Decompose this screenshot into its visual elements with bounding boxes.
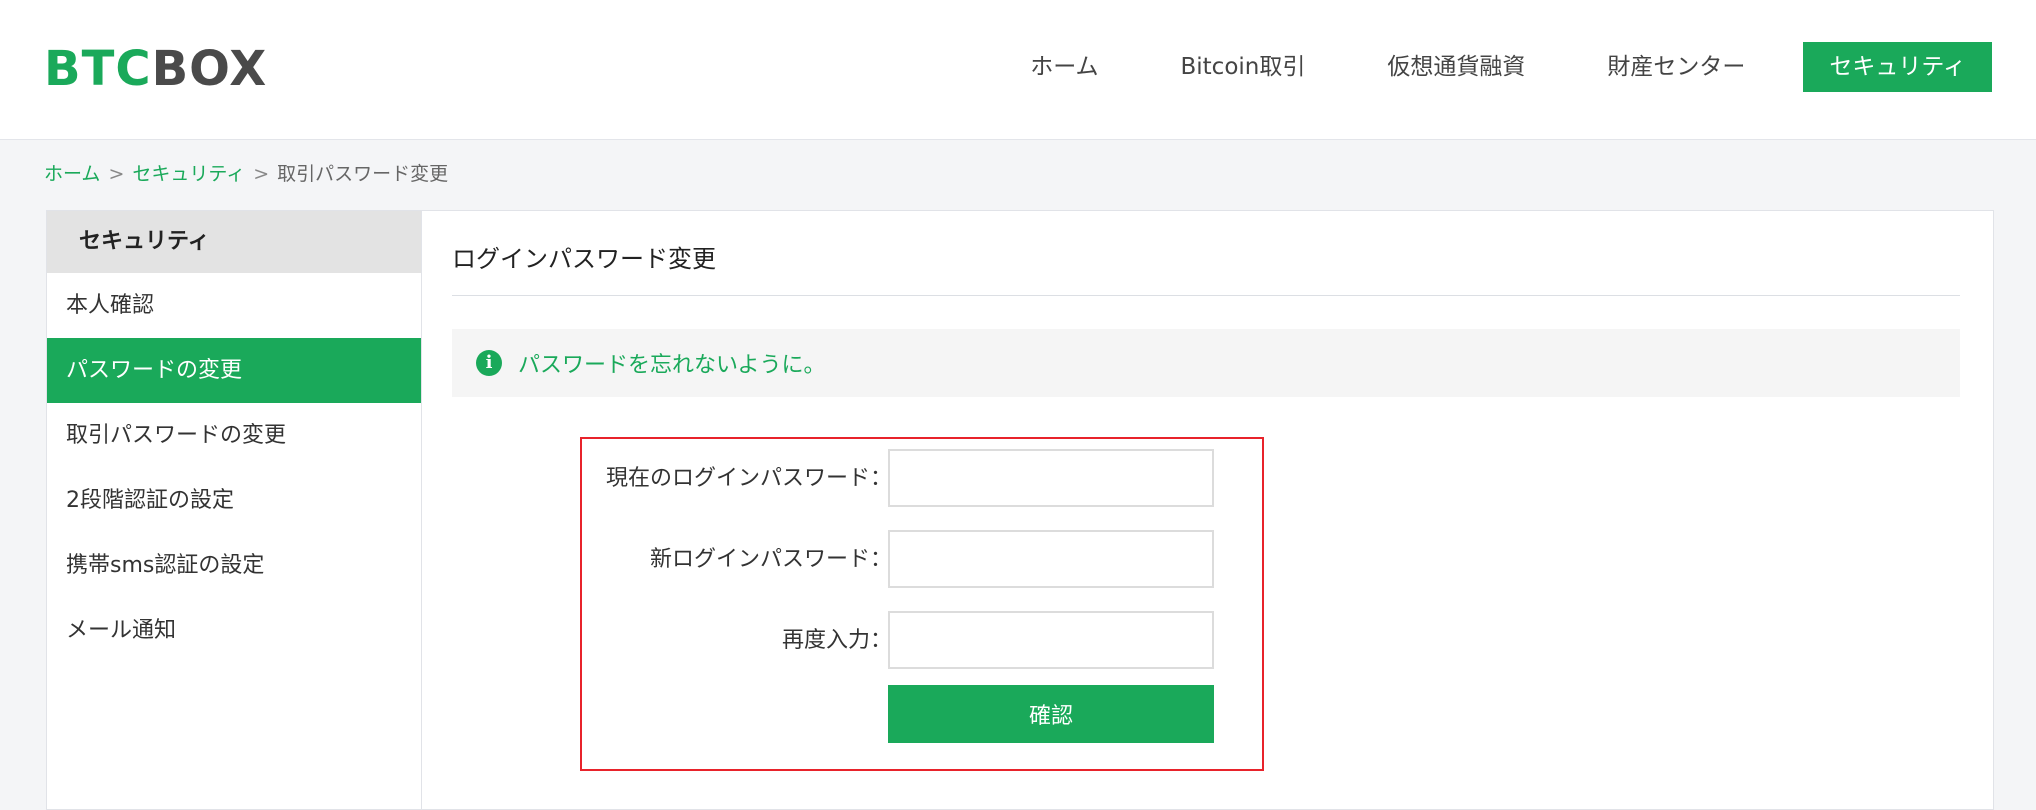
info-icon: i (476, 350, 502, 376)
breadcrumb: ホーム > セキュリティ > 取引パスワード変更 (44, 160, 448, 188)
sidebar-item-sms-auth[interactable]: 携帯sms認証の設定 (47, 533, 421, 598)
notice-banner: i パスワードを忘れないように。 (452, 329, 1960, 397)
sidebar-item-password-change[interactable]: パスワードの変更 (47, 338, 421, 403)
main-nav: ホーム Bitcoin取引 仮想通貨融資 財産センター セキュリティ (948, 42, 1992, 92)
current-password-input[interactable] (888, 449, 1214, 507)
title-divider (452, 295, 1960, 296)
breadcrumb-separator: > (108, 163, 125, 185)
btcbox-logo[interactable]: BTCBOX (44, 44, 267, 94)
current-password-label: 現在のログインパスワード： (605, 466, 892, 491)
breadcrumb-home[interactable]: ホーム (44, 163, 100, 185)
nav-bitcoin-trade[interactable]: Bitcoin取引 (1181, 42, 1306, 92)
confirm-password-row: 再度入力： (582, 611, 1262, 671)
breadcrumb-current: 取引パスワード変更 (277, 163, 449, 185)
sidebar-title: セキュリティ (47, 211, 421, 273)
main-panel: ログインパスワード変更 i パスワードを忘れないように。 現在のログインパスワー… (422, 210, 1994, 810)
new-password-input[interactable] (888, 530, 1214, 588)
sidebar-item-2fa[interactable]: 2段階認証の設定 (47, 468, 421, 533)
page-title: ログインパスワード変更 (452, 245, 716, 273)
new-password-row: 新ログインパスワード： (582, 530, 1262, 590)
header: BTCBOX ホーム Bitcoin取引 仮想通貨融資 財産センター セキュリテ… (0, 0, 2036, 140)
confirm-password-input[interactable] (888, 611, 1214, 669)
current-password-row: 現在のログインパスワード： (582, 449, 1262, 509)
logo-part-btc: BTC (44, 41, 152, 97)
sidebar-item-trade-password[interactable]: 取引パスワードの変更 (47, 403, 421, 468)
nav-security[interactable]: セキュリティ (1803, 42, 1992, 92)
sidebar-item-email-notify[interactable]: メール通知 (47, 598, 421, 663)
nav-home[interactable]: ホーム (1030, 42, 1098, 92)
password-change-form: 現在のログインパスワード： 新ログインパスワード： 再度入力： 確認 (580, 437, 1264, 771)
nav-asset-center[interactable]: 財産センター (1607, 42, 1745, 92)
breadcrumb-separator: > (253, 163, 270, 185)
logo-part-box: BOX (151, 41, 268, 97)
nav-crypto-lending[interactable]: 仮想通貨融資 (1387, 42, 1525, 92)
confirm-password-label: 再度入力： (781, 628, 892, 653)
breadcrumb-security[interactable]: セキュリティ (132, 163, 245, 185)
sidebar-menu: 本人確認 パスワードの変更 取引パスワードの変更 2段階認証の設定 携帯sms認… (47, 273, 421, 663)
notice-text: パスワードを忘れないように。 (518, 353, 826, 378)
sidebar: セキュリティ 本人確認 パスワードの変更 取引パスワードの変更 2段階認証の設定… (46, 210, 422, 810)
sidebar-item-identity[interactable]: 本人確認 (47, 273, 421, 338)
new-password-label: 新ログインパスワード： (649, 547, 892, 572)
confirm-button[interactable]: 確認 (888, 685, 1214, 743)
